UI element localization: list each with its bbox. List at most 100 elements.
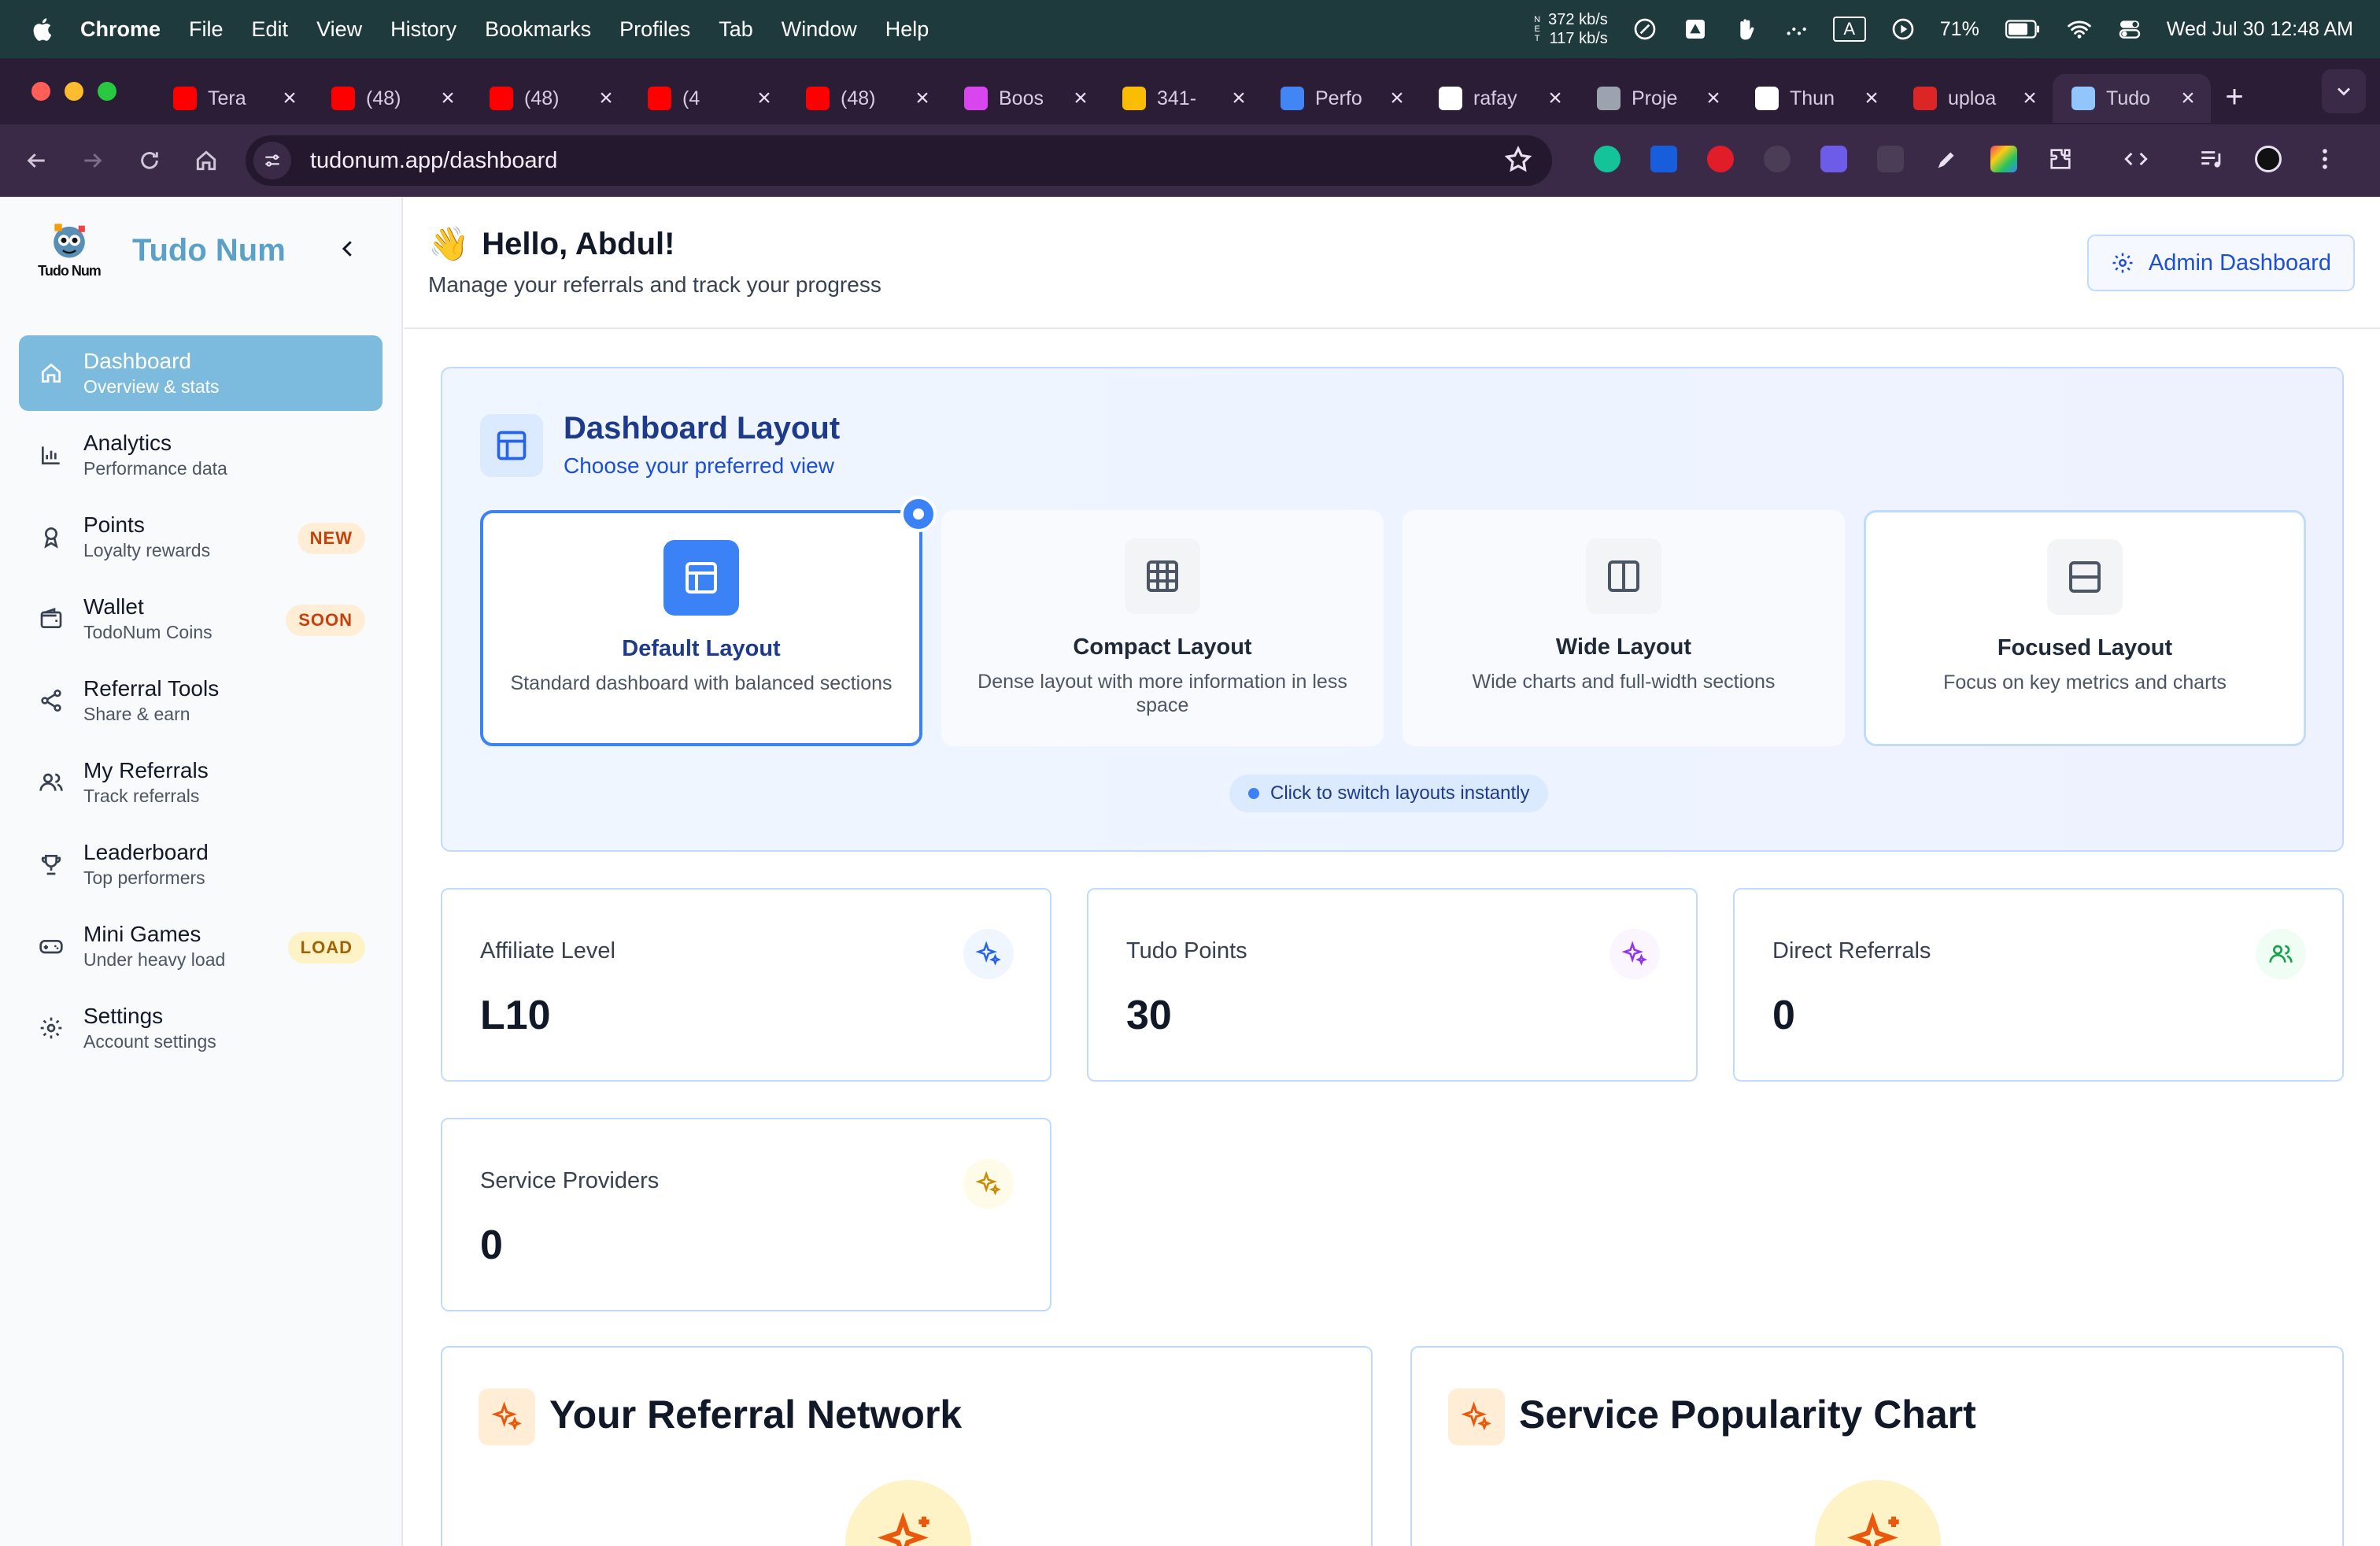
battery-percent[interactable]: 71% [1940, 18, 1979, 41]
menu-profiles[interactable]: Profiles [619, 17, 690, 42]
google-ads-icon [1122, 87, 1146, 110]
network-download-rate: 117 kb/s [1549, 30, 1608, 47]
url-text[interactable]: tudonum.app/dashboard [310, 148, 557, 174]
hand-icon[interactable] [1732, 16, 1759, 43]
close-icon[interactable]: × [754, 85, 774, 112]
apple-icon[interactable] [30, 16, 57, 43]
code-icon[interactable] [2119, 142, 2153, 176]
layout-option-compact[interactable]: Compact Layout Dense layout with more in… [941, 510, 1384, 746]
address-bar[interactable]: tudonum.app/dashboard [246, 135, 1552, 186]
puzzle-icon[interactable] [2043, 142, 2078, 176]
close-icon[interactable]: × [438, 85, 458, 112]
browser-tab[interactable]: Proje × [1578, 74, 1736, 123]
browser-tab[interactable]: (48) × [312, 74, 471, 123]
play-circle-icon[interactable] [1890, 16, 1916, 43]
media-controls-icon[interactable] [2194, 142, 2229, 176]
browser-tab[interactable]: Tudo × [2053, 74, 2211, 123]
menu-tab[interactable]: Tab [719, 17, 753, 42]
asterisk-extension-icon[interactable] [1816, 142, 1851, 176]
layout-option-wide[interactable]: Wide Layout Wide charts and full-width s… [1402, 510, 1845, 746]
dots-icon[interactable] [1783, 16, 1809, 43]
control-center-icon[interactable] [2116, 16, 2143, 43]
close-icon[interactable]: × [912, 85, 933, 112]
close-icon[interactable]: × [2178, 85, 2198, 112]
new-tab-button[interactable]: + [2211, 80, 2258, 115]
browser-tab[interactable]: (48) × [787, 74, 945, 123]
menubar-clock[interactable]: Wed Jul 30 12:48 AM [2167, 18, 2353, 41]
close-icon[interactable]: × [1703, 85, 1724, 112]
wifi-icon[interactable] [2066, 16, 2093, 43]
browser-tab[interactable]: uploa × [1894, 74, 2053, 123]
forward-button[interactable] [77, 145, 109, 176]
close-icon[interactable]: × [1070, 85, 1091, 112]
sidebar-item-mini-games[interactable]: Mini Games Under heavy load LOAD [19, 908, 382, 984]
color-picker-icon[interactable] [1986, 142, 2021, 176]
sidebar-item-referral-tools[interactable]: Referral Tools Share & earn [19, 663, 382, 738]
browser-tab[interactable]: Tera × [154, 74, 312, 123]
layout-option-focused[interactable]: Focused Layout Focus on key metrics and … [1864, 510, 2306, 746]
menu-view[interactable]: View [316, 17, 362, 42]
sidebar-item-leaderboard[interactable]: Leaderboard Top performers [19, 827, 382, 902]
avatar[interactable] [2251, 142, 2286, 176]
selected-indicator [900, 496, 937, 532]
close-icon[interactable]: × [2020, 85, 2040, 112]
close-icon[interactable]: × [596, 85, 616, 112]
battery-icon[interactable] [2003, 16, 2042, 43]
browser-tab[interactable]: (4 × [629, 74, 787, 123]
bitwarden-icon[interactable] [1646, 142, 1681, 176]
layout-option-default[interactable]: Default Layout Standard dashboard with b… [480, 496, 937, 746]
sidebar-item-analytics[interactable]: Analytics Performance data [19, 417, 382, 493]
reload-button[interactable] [134, 145, 165, 176]
kebab-menu-icon[interactable] [2308, 142, 2342, 176]
browser-tab[interactable]: Thun × [1736, 74, 1894, 123]
adblock-icon[interactable] [1703, 142, 1738, 176]
users-icon [38, 769, 65, 796]
browser-tab[interactable]: Perfo × [1262, 74, 1420, 123]
drive-icon[interactable] [1682, 16, 1709, 43]
sidebar-item-dashboard[interactable]: Dashboard Overview & stats [19, 335, 382, 411]
menu-window[interactable]: Window [782, 17, 857, 42]
menu-file[interactable]: File [189, 17, 224, 42]
sidebar-item-wallet[interactable]: Wallet TodoNum Coins SOON [19, 581, 382, 656]
brand-logo-text: Tudo Num [38, 262, 102, 279]
speedometer-icon[interactable] [1632, 16, 1658, 43]
bug-icon[interactable] [1760, 142, 1794, 176]
sidebar-item-points[interactable]: Points Loyalty rewards NEW [19, 499, 382, 575]
bookmark-star-icon[interactable] [1503, 145, 1533, 175]
browser-tab[interactable]: rafay × [1420, 74, 1578, 123]
menu-bookmarks[interactable]: Bookmarks [485, 17, 591, 42]
menu-app-name[interactable]: Chrome [80, 17, 161, 42]
browser-tab[interactable]: (48) × [471, 74, 629, 123]
collapse-sidebar-button[interactable] [334, 235, 362, 263]
screenshot-extension-icon[interactable] [1873, 142, 1908, 176]
minimize-window-button[interactable] [65, 82, 83, 101]
menu-help[interactable]: Help [885, 17, 929, 42]
menu-edit[interactable]: Edit [252, 17, 289, 42]
close-window-button[interactable] [31, 82, 50, 101]
network-label: N E T [1534, 15, 1541, 43]
sidebar-item-my-referrals[interactable]: My Referrals Track referrals [19, 745, 382, 820]
admin-dashboard-button[interactable]: Admin Dashboard [2086, 235, 2355, 291]
close-icon[interactable]: × [1545, 85, 1565, 112]
close-icon[interactable]: × [1229, 85, 1249, 112]
tab-title: Perfo [1315, 87, 1362, 109]
youtube-icon [490, 87, 513, 110]
close-icon[interactable]: × [279, 85, 300, 112]
back-button[interactable] [20, 145, 52, 176]
gear-icon [2112, 253, 2133, 273]
brand[interactable]: Tudo Num Tudo Num [31, 213, 286, 288]
network-monitor[interactable]: N E T 372 kb/s 117 kb/s [1532, 10, 1608, 48]
browser-tab[interactable]: 341- × [1103, 74, 1262, 123]
home-button[interactable] [190, 145, 222, 176]
close-icon[interactable]: × [1861, 85, 1882, 112]
grammarly-icon[interactable] [1590, 142, 1624, 176]
input-source-icon[interactable]: A [1832, 17, 1866, 42]
sidebar-item-settings[interactable]: Settings Account settings [19, 990, 382, 1066]
eyedropper-icon[interactable] [1930, 142, 1964, 176]
tab-search-button[interactable] [2322, 69, 2366, 113]
zoom-window-button[interactable] [98, 82, 116, 101]
site-info-icon[interactable] [253, 142, 291, 179]
menu-history[interactable]: History [390, 17, 456, 42]
browser-tab[interactable]: Boos × [945, 74, 1103, 123]
close-icon[interactable]: × [1387, 85, 1407, 112]
